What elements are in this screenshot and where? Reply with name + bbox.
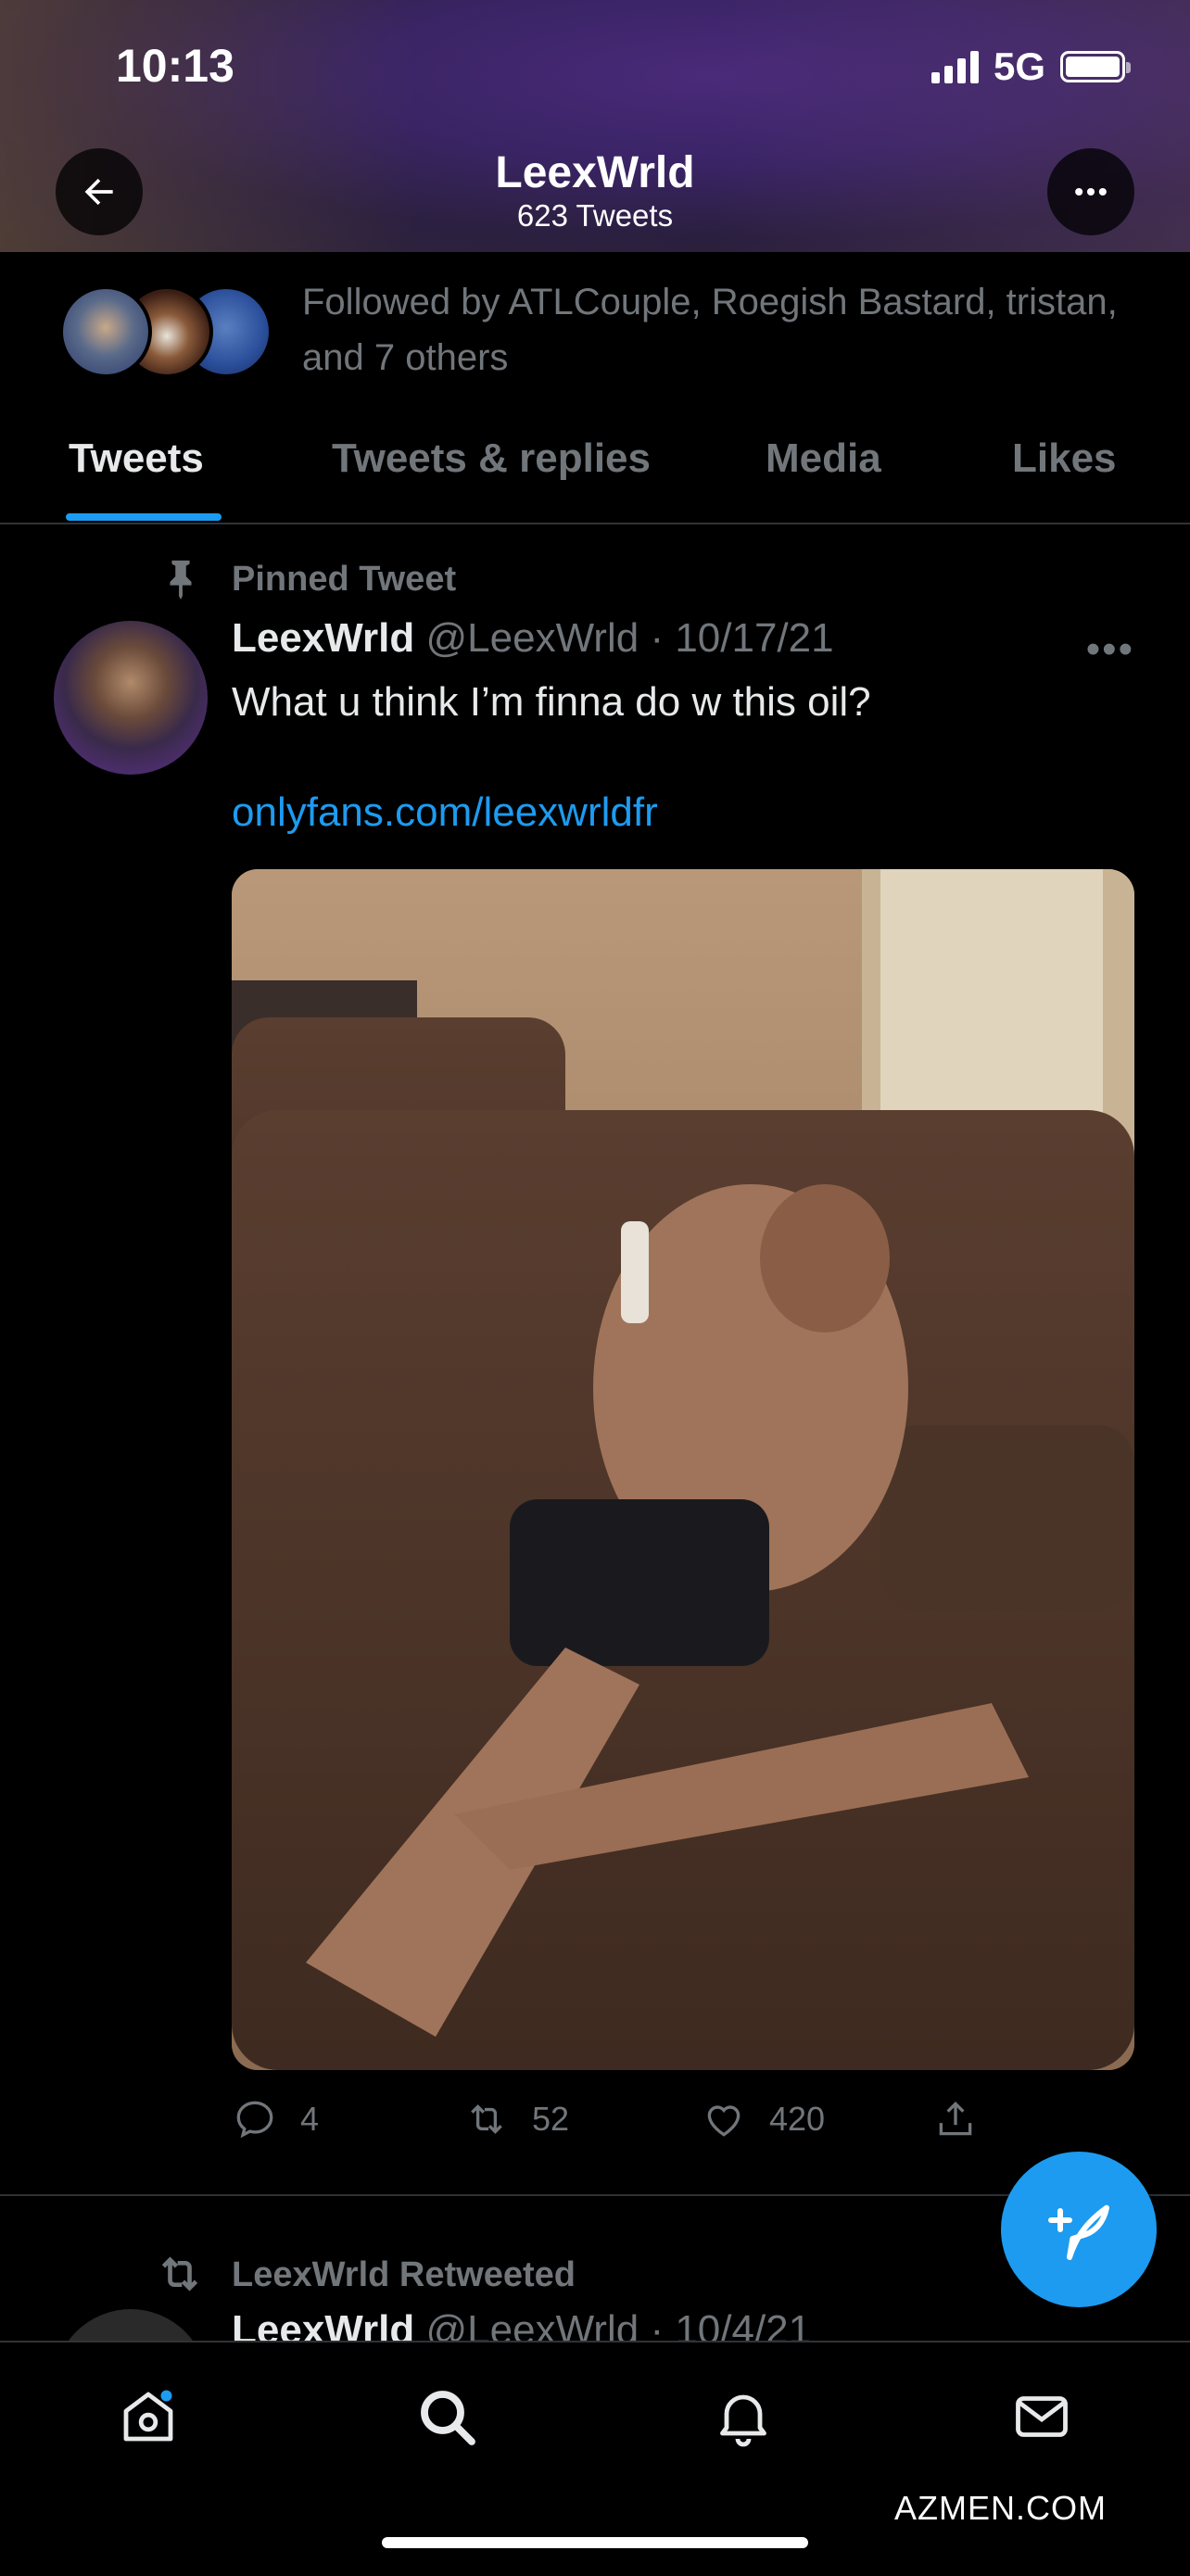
retweet-button[interactable]: 52 [463,2096,569,2142]
tweet-link[interactable]: onlyfans.com/leexwrldfr [232,789,658,836]
more-icon [1075,187,1107,196]
share-icon [939,2101,972,2136]
retweeted-label: LeexWrld Retweeted [232,2255,576,2294]
compose-tweet-button[interactable] [1001,2152,1157,2307]
avatar[interactable] [54,621,208,775]
mail-icon [1016,2396,1068,2437]
reply-button[interactable]: 4 [232,2096,319,2142]
nav-messages[interactable] [1005,2380,1079,2454]
search-icon [421,2391,475,2445]
followed-by-text[interactable]: Followed by ATLCouple, Roegish Bastard, … [302,274,1118,385]
photo-placeholder [232,869,1134,2070]
status-indicators: 5G [930,44,1131,89]
compose-icon [1048,2204,1109,2260]
tab-tweets-replies[interactable]: Tweets & replies [332,436,651,482]
tweet-author-handle: @LeexWrld [425,2307,639,2341]
bell-icon [720,2394,766,2447]
tweet-author-handle: @LeexWrld [425,615,639,661]
tab-tweets[interactable]: Tweets [69,436,204,482]
nav-search[interactable] [410,2380,484,2454]
home-indicator[interactable] [382,2537,808,2548]
like-count: 420 [769,2100,826,2138]
pin-icon [170,560,192,600]
profile-header-banner: 10:13 5G LeexWrld 623 Tweets [0,0,1190,252]
network-type: 5G [993,44,1045,88]
follower-avatar[interactable] [59,285,152,378]
tweet-header: LeexWrld @LeexWrld · 10/4/21 [232,2307,811,2341]
reply-icon [236,2101,273,2139]
tab-media[interactable]: Media [766,436,881,482]
retweet-icon [161,2256,198,2292]
signal-icon [930,50,979,83]
status-time: 10:13 [116,40,234,92]
tweet-more-button[interactable]: ••• [1086,626,1134,673]
home-icon [123,2390,173,2442]
tweet-count: 623 Tweets [516,198,674,233]
reply-count: 4 [300,2100,320,2138]
pinned-label: Pinned Tweet [232,560,457,599]
header-title: LeexWrld 623 Tweets [0,148,1190,234]
nav-home[interactable] [111,2380,185,2454]
share-button[interactable] [932,2096,979,2142]
tweet-date: · 10/17/21 [650,615,834,661]
tweet-text: What u think I’m finna do w this oil? [232,679,871,725]
retweet-icon [471,2104,502,2134]
tweet-media-image[interactable] [232,869,1134,2070]
like-icon [707,2105,741,2137]
profile-name: LeexWrld [495,148,695,197]
tweet-author-name[interactable]: LeexWrld [232,2307,414,2341]
tab-likes[interactable]: Likes [1012,436,1117,482]
nav-notifications[interactable] [706,2380,780,2454]
tweet-date: · 10/4/21 [650,2307,812,2341]
tweet-author-name[interactable]: LeexWrld [232,615,414,661]
tweet-header: LeexWrld @LeexWrld · 10/17/21 [232,615,834,662]
watermark: AZMEN.COM [894,2489,1107,2527]
battery-icon [1060,51,1131,82]
like-button[interactable]: 420 [701,2096,825,2142]
profile-tabs: Tweets Tweets & replies Media Likes [0,408,1190,524]
active-tab-indicator [66,513,222,521]
more-options-button[interactable] [1047,148,1134,235]
retweet-count: 52 [532,2100,570,2138]
